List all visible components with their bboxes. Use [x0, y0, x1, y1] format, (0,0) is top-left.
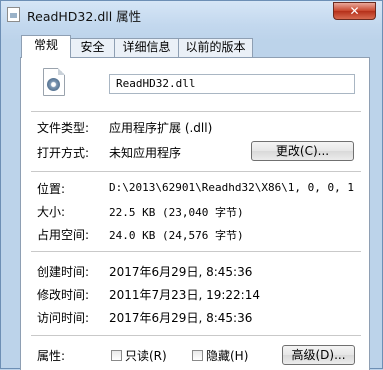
general-panel: ReadHD32.dll 文件类型: 应用程序扩展 (.dll) 打开方式: 未…	[20, 57, 370, 370]
open-with-value: 未知应用程序	[109, 146, 182, 160]
attributes-label: 属性:	[37, 349, 66, 363]
open-with-label: 打开方式:	[37, 146, 90, 160]
hidden-checkbox[interactable]	[192, 350, 203, 361]
accessed-value: 2017年6月29日, 8:45:36	[109, 311, 253, 325]
location-label: 位置:	[37, 182, 66, 196]
file-type-label: 文件类型:	[37, 121, 90, 135]
location-value: D:\2013\62901\Readhd32\X86\1, 0, 0, 1	[109, 181, 355, 194]
separator	[31, 251, 361, 252]
close-button[interactable]: ✕	[333, 2, 376, 20]
accessed-label: 访问时间:	[37, 311, 90, 325]
separator	[31, 111, 361, 112]
modified-value: 2011年7月23日, 19:22:14	[109, 288, 260, 302]
created-label: 创建时间:	[37, 265, 90, 279]
tab-security[interactable]: 安全	[70, 38, 115, 57]
readonly-checkbox[interactable]	[111, 350, 122, 361]
title-bar[interactable]: ReadHD32.dll 属性 ✕	[1, 1, 382, 29]
tab-details[interactable]: 详细信息	[114, 38, 179, 57]
hidden-label[interactable]: 隐藏(H)	[206, 347, 248, 364]
gear-icon	[47, 78, 60, 91]
change-button[interactable]: 更改(C)...	[251, 141, 354, 161]
file-type-value: 应用程序扩展 (.dll)	[109, 121, 213, 135]
file-name-field[interactable]: ReadHD32.dll	[109, 74, 355, 94]
separator	[31, 335, 361, 336]
size-value: 22.5 KB (23,040 字节)	[109, 206, 244, 219]
dll-file-icon	[7, 7, 20, 22]
tab-general[interactable]: 常规	[21, 35, 71, 58]
dll-gear-file-icon	[43, 68, 65, 96]
window-title: ReadHD32.dll 属性	[27, 9, 142, 24]
tab-previous-versions[interactable]: 以前的版本	[178, 38, 253, 57]
size-on-disk-value: 24.0 KB (24,576 字节)	[109, 229, 244, 242]
size-on-disk-label: 占用空间:	[37, 228, 90, 242]
created-value: 2017年6月29日, 8:45:36	[109, 265, 253, 279]
size-label: 大小:	[37, 205, 66, 219]
modified-label: 修改时间:	[37, 288, 90, 302]
properties-window: ReadHD32.dll 属性 ✕ 常规 安全 详细信息 以前的版本 ReadH…	[0, 0, 383, 370]
separator	[31, 171, 361, 172]
readonly-label[interactable]: 只读(R)	[125, 347, 167, 364]
advanced-button[interactable]: 高级(D)...	[282, 345, 355, 365]
